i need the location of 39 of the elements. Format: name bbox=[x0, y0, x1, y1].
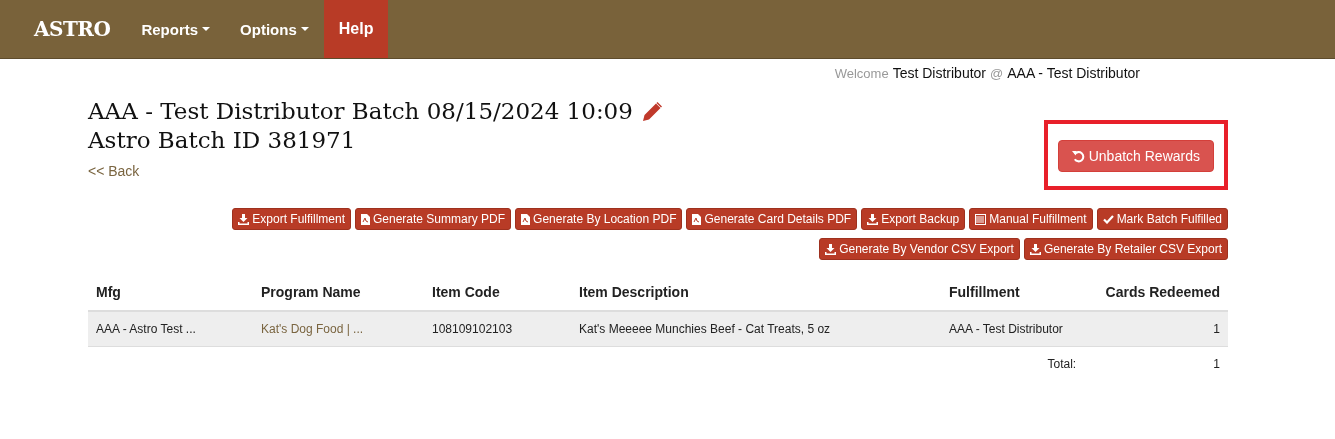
download-icon bbox=[867, 213, 879, 225]
nav-item[interactable]: Help bbox=[323, 0, 389, 58]
action-button[interactable]: Generate By Location PDF bbox=[515, 208, 683, 230]
action-button[interactable]: Generate By Retailer CSV Export bbox=[1023, 238, 1228, 260]
table-cell: 1 bbox=[1084, 311, 1228, 347]
check-icon bbox=[1102, 214, 1114, 224]
table-cell: AAA - Test Distributor bbox=[941, 311, 1085, 347]
download-icon bbox=[1029, 243, 1041, 255]
pdf-file-icon bbox=[361, 213, 370, 225]
pdf-file-icon bbox=[521, 213, 531, 225]
nav-item[interactable]: Reports bbox=[126, 0, 226, 58]
welcome-label: Welcome bbox=[834, 66, 889, 81]
table-cell: Kat's Meeeee Munchies Beef - Cat Treats, 5 oz bbox=[571, 311, 941, 347]
action-button[interactable]: Export Fulfillment bbox=[232, 208, 351, 230]
table-cell: AAA - Astro Test ... bbox=[88, 311, 253, 347]
program-link[interactable]: Kat's Dog Food | ... bbox=[253, 311, 424, 347]
page-title: AAA - Test Distributor Batch 08/15/2024 10:09 bbox=[88, 97, 633, 126]
action-button[interactable]: Generate By Vendor CSV Export bbox=[819, 238, 1020, 260]
organization-name: AAA - Test Distributor bbox=[1007, 65, 1140, 81]
undo-icon bbox=[1071, 149, 1085, 163]
user-name: Test Distributor bbox=[892, 65, 986, 81]
nav-item[interactable]: Options bbox=[225, 0, 324, 58]
action-button[interactable]: Mark Batch Fulfilled bbox=[1096, 208, 1228, 230]
download-icon bbox=[825, 243, 837, 255]
pdf-file-icon bbox=[692, 213, 702, 225]
logo[interactable]: ASTRO bbox=[34, 17, 111, 41]
unbatch-button[interactable]: Unbatch Rewards bbox=[1057, 140, 1214, 172]
action-button[interactable]: Manual Fulfillment bbox=[969, 208, 1093, 230]
batch-id: Astro Batch ID 381971 bbox=[88, 126, 357, 155]
at-sign: @ bbox=[990, 66, 1004, 81]
total-label: Total: bbox=[941, 346, 1085, 381]
total-value: 1 bbox=[1084, 346, 1228, 381]
pencil-icon[interactable] bbox=[640, 100, 663, 123]
back-link[interactable]: << Back bbox=[88, 163, 140, 179]
table-cell: 108109102103 bbox=[424, 311, 571, 347]
action-button[interactable]: Generate Card Details PDF bbox=[686, 208, 858, 230]
download-icon bbox=[238, 213, 250, 225]
action-button[interactable]: Export Backup bbox=[861, 208, 966, 230]
action-button[interactable]: Generate Summary PDF bbox=[355, 208, 512, 230]
